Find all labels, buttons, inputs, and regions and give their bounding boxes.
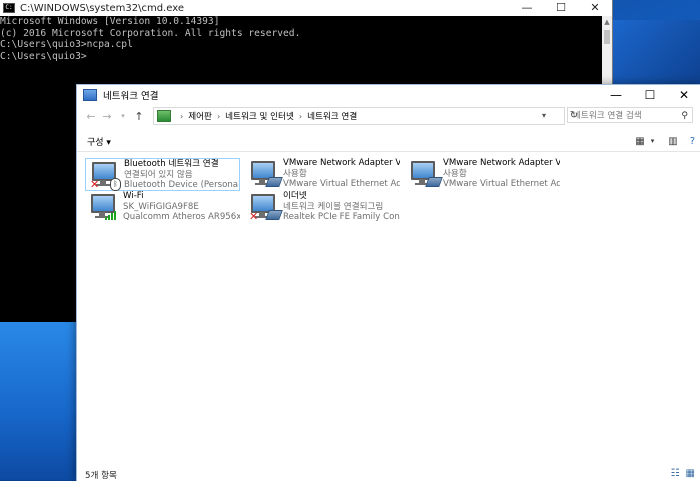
scroll-thumb[interactable]: [604, 30, 610, 44]
breadcrumb-network-connections[interactable]: 네트워크 연결: [307, 110, 357, 122]
cmd-maximize-button[interactable]: ☐: [544, 0, 578, 16]
connection-device: VMware Virtual Ethernet Adapter...: [283, 179, 400, 189]
details-view-icon[interactable]: ☷: [671, 468, 680, 479]
up-arrow-icon[interactable]: ↑: [131, 110, 147, 123]
connection-status: 사용함: [443, 168, 467, 179]
connection-status: 네트워크 케이블 연결되그림: [283, 201, 384, 212]
cmd-console-output[interactable]: Microsoft Windows [Version 10.0.14393] (c…: [0, 16, 612, 62]
help-icon[interactable]: ?: [690, 136, 695, 147]
preview-pane-icon[interactable]: ▥: [668, 136, 677, 147]
connection-device: Realtek PCIe FE Family Controller: [283, 212, 400, 222]
minimize-button[interactable]: —: [599, 85, 633, 105]
ethernet-adapter-icon: ✕: [249, 192, 283, 223]
wifi-adapter-icon: [89, 192, 119, 222]
cmd-close-button[interactable]: ✕: [578, 0, 612, 16]
connection-device: Qualcomm Atheros AR956x Wir...: [123, 212, 240, 222]
console-line: C:\Users\quio3>ncpa.cpl: [0, 39, 133, 50]
connection-name: Bluetooth 네트워크 연결: [124, 159, 219, 169]
breadcrumb-network-internet[interactable]: 네트워크 및 인터넷: [225, 110, 294, 122]
connection-item-vmnet8[interactable]: VMware Network Adapter VMnet8 사용함 VMware…: [405, 158, 560, 191]
status-bar: 5개 항목 ☷ ▦: [77, 467, 700, 481]
connection-status: 연결되어 있지 않음: [124, 169, 193, 180]
chevron-right-icon[interactable]: ›: [217, 112, 220, 121]
wifi-signal-icon: [105, 210, 118, 220]
address-dropdown-icon[interactable]: ▾: [542, 108, 546, 124]
forward-arrow-icon[interactable]: →: [99, 110, 115, 123]
connection-name: Wi-Fi: [123, 191, 144, 201]
console-line: C:\Users\quio3>: [0, 50, 87, 62]
view-dropdown-icon[interactable]: ▾: [651, 137, 655, 145]
chevron-right-icon[interactable]: ›: [180, 112, 183, 121]
connection-item-bluetooth[interactable]: ✕ ᛒ Bluetooth 네트워크 연결 연결되어 있지 않음 Bluetoo…: [85, 158, 240, 191]
connections-list[interactable]: ✕ ᛒ Bluetooth 네트워크 연결 연결되어 있지 않음 Bluetoo…: [77, 152, 700, 474]
connection-device: VMware Virtual Ethernet Adapter...: [443, 179, 560, 189]
control-panel-icon: [157, 110, 171, 122]
cmd-app-icon: C:: [3, 3, 15, 13]
close-button[interactable]: ✕: [667, 85, 700, 105]
network-cable-icon: [425, 177, 443, 187]
disconnected-x-icon: ✕: [249, 210, 259, 223]
desktop-wallpaper-lower: [0, 320, 80, 480]
network-folder-icon: [83, 89, 97, 101]
connection-item-wifi[interactable]: Wi-Fi SK_WiFiGIGA9F8E Qualcomm Atheros A…: [85, 191, 240, 224]
connection-status: 사용함: [283, 168, 307, 179]
breadcrumb-control-panel[interactable]: 제어판: [188, 110, 212, 122]
maximize-button[interactable]: ☐: [633, 85, 667, 105]
connection-item-vmnet1[interactable]: VMware Network Adapter VMnet1 사용함 VMware…: [245, 158, 400, 191]
connection-status: SK_WiFiGIGA9F8E: [123, 201, 199, 212]
explorer-titlebar[interactable]: 네트워크 연결 — ☐ ✕: [77, 85, 700, 105]
network-connections-window[interactable]: 네트워크 연결 — ☐ ✕ ← → ▾ ↑ › 제어판 › 네트워크 및 인터넷…: [76, 84, 700, 481]
cmd-window-title: C:\WINDOWS\system32\cmd.exe: [20, 2, 184, 14]
console-line: Microsoft Windows [Version 10.0.14393]: [0, 16, 220, 27]
search-icon[interactable]: ⚲: [681, 108, 688, 124]
connection-name: VMware Network Adapter VMnet8: [443, 158, 560, 168]
network-cable-icon: [265, 210, 283, 220]
organize-menu-button[interactable]: 구성 ▾: [87, 135, 111, 148]
connection-item-ethernet[interactable]: ✕ 이더넷 네트워크 케이블 연결되그림 Realtek PCIe FE Fam…: [245, 191, 400, 224]
ethernet-adapter-icon: [409, 159, 443, 189]
command-bar: 구성 ▾ ▦ ▾ ▥ ?: [77, 131, 700, 151]
connection-device: Bluetooth Device (Personal Area ...: [124, 180, 239, 190]
console-line: (c) 2016 Microsoft Corporation. All righ…: [0, 27, 301, 39]
address-bar[interactable]: › 제어판 › 네트워크 및 인터넷 › 네트워크 연결 ▾ ↻: [153, 107, 578, 125]
search-input[interactable]: 네트워크 연결 검색: [573, 111, 642, 121]
bluetooth-icon: ᛒ: [110, 178, 121, 191]
recent-dropdown-icon[interactable]: ▾: [115, 112, 131, 120]
disconnected-x-icon: ✕: [90, 178, 100, 191]
chevron-right-icon[interactable]: ›: [299, 112, 302, 121]
view-options-icon[interactable]: ▦: [635, 136, 644, 147]
back-arrow-icon[interactable]: ←: [83, 110, 99, 123]
connection-name: VMware Network Adapter VMnet1: [283, 158, 400, 168]
item-count: 5개 항목: [85, 471, 117, 481]
scroll-up-arrow-icon[interactable]: ▲: [602, 16, 612, 28]
bluetooth-adapter-icon: ✕ ᛒ: [90, 160, 121, 191]
cmd-titlebar[interactable]: C: C:\WINDOWS\system32\cmd.exe — ☐ ✕: [0, 0, 612, 16]
network-cable-icon: [265, 177, 283, 187]
ethernet-adapter-icon: [249, 159, 283, 189]
search-box[interactable]: 네트워크 연결 검색 ⚲: [567, 107, 693, 123]
cmd-minimize-button[interactable]: —: [510, 0, 544, 16]
window-title: 네트워크 연결: [103, 91, 159, 102]
large-icons-view-icon[interactable]: ▦: [686, 468, 695, 479]
connection-name: 이더넷: [283, 191, 307, 201]
